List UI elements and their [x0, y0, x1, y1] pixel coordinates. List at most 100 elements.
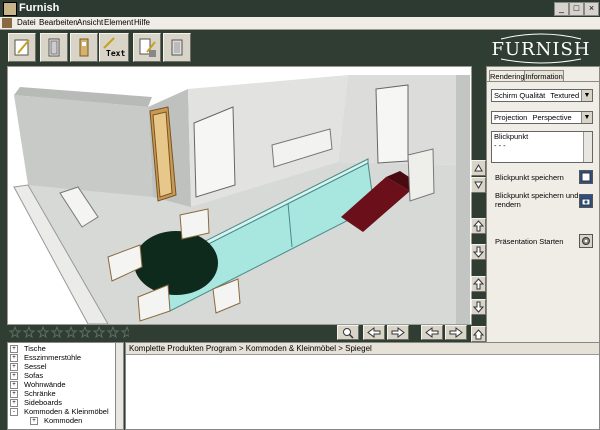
rotate-right-button[interactable]	[445, 325, 467, 340]
search-button[interactable]	[337, 325, 359, 340]
close-button[interactable]: ×	[584, 2, 599, 16]
arrow-left-icon	[367, 327, 381, 338]
rotate-right-icon	[449, 327, 463, 338]
measure-icon	[139, 38, 156, 57]
save-render-line1: Blickpunkt speichern und	[495, 191, 579, 200]
menu-bar: Datei Bearbeiten Ansicht Element Hilfe	[0, 17, 600, 30]
expand-icon[interactable]: +	[10, 363, 18, 372]
move-up-button[interactable]	[471, 218, 486, 234]
tree-item-label: Sideboards	[24, 398, 62, 407]
window-icon	[171, 39, 183, 56]
text-tool-label: Text	[106, 49, 126, 58]
zoom-out-button[interactable]	[471, 299, 486, 315]
door-tool-button[interactable]	[40, 33, 68, 62]
tree-item-label: Kommoden	[44, 416, 83, 425]
quality-label: Schirm Qualität	[494, 91, 546, 100]
collapse-icon[interactable]: -	[10, 408, 18, 417]
floppy-icon	[581, 172, 591, 182]
breadcrumb[interactable]: Komplette Produkten Program > Kommoden &…	[126, 343, 599, 355]
pan-left-button[interactable]	[363, 325, 385, 340]
expand-icon[interactable]: +	[10, 354, 18, 363]
tree-item[interactable]: + Kommoden	[30, 416, 82, 426]
chevron-down-icon: ▼	[581, 90, 592, 101]
rotate-left-icon	[425, 327, 439, 338]
rotate-left-button[interactable]	[421, 325, 443, 340]
logo-mark: FURNISH	[491, 33, 590, 64]
door-icon	[48, 38, 60, 57]
tree-item-label: Sofas	[24, 371, 44, 380]
expand-icon[interactable]: +	[10, 390, 18, 399]
camera-icon	[581, 198, 591, 206]
menu-element[interactable]: Element	[104, 18, 133, 27]
viewpoint-title: Blickpunkt	[494, 132, 529, 141]
menu-bearbeiten[interactable]: Bearbeiten	[39, 18, 78, 27]
edit-tool-button[interactable]	[8, 33, 36, 62]
magnifier-icon	[343, 328, 354, 339]
rotate-up-button[interactable]	[471, 160, 486, 176]
viewport-toolbar	[7, 324, 487, 340]
zoom-in-icon	[472, 278, 485, 290]
text-tool-button[interactable]: Text	[99, 33, 129, 62]
tree-item-label: Kommoden & Kleinmöbel	[24, 407, 109, 416]
room-render	[13, 75, 470, 324]
pan-right-button[interactable]	[387, 325, 409, 340]
viewpoint-item[interactable]: - - -	[492, 141, 592, 150]
tree-item-label: Sessel	[24, 362, 47, 371]
expand-icon[interactable]: +	[30, 417, 38, 426]
expand-icon[interactable]: +	[10, 345, 18, 354]
3d-viewport[interactable]	[7, 66, 472, 325]
viewpoint-scrollbar[interactable]	[583, 132, 592, 162]
star-rating-icons	[9, 326, 129, 338]
expand-icon[interactable]: +	[10, 381, 18, 390]
tree-item-label: Tische	[24, 344, 46, 353]
rendering-panel: Rendering Information Schirm Qualität Te…	[486, 66, 600, 343]
expand-icon[interactable]: +	[10, 399, 18, 408]
chevron-down-icon: ▼	[581, 112, 592, 123]
quality-value: Textured	[550, 91, 580, 100]
zoom-in-button[interactable]	[471, 276, 486, 292]
product-area: Komplette Produkten Program > Kommoden &…	[125, 342, 600, 430]
minimize-button[interactable]: _	[554, 2, 569, 16]
menu-datei[interactable]: Datei	[17, 18, 36, 27]
rotate-up-icon	[474, 164, 483, 172]
viewpoint-list[interactable]: Blickpunkt - - -	[491, 131, 593, 163]
document-icon[interactable]	[2, 18, 12, 28]
tree-scrollbar[interactable]	[115, 342, 124, 430]
menu-ansicht[interactable]: Ansicht	[77, 18, 103, 27]
app-icon	[3, 2, 17, 16]
rotate-down-icon	[474, 181, 483, 189]
title-bar: Furnish _ □ ×	[0, 0, 600, 17]
save-render-line2: rendern	[495, 200, 521, 209]
logo-text: FURNISH	[491, 39, 590, 60]
save-render-label: Blickpunkt speichern und rendern	[495, 191, 578, 209]
presentation-label: Präsentation Starten	[495, 237, 564, 246]
arrow-right-icon	[391, 327, 405, 338]
arrow-up-icon	[472, 220, 485, 232]
pencil-icon	[14, 39, 30, 56]
menu-hilfe[interactable]: Hilfe	[134, 18, 150, 27]
projection-select[interactable]: Projection Perspective ▼	[491, 111, 593, 124]
window-title: Furnish	[19, 2, 60, 14]
projection-value: Perspective	[532, 113, 572, 122]
maximize-button[interactable]: □	[569, 2, 584, 16]
panel-icon	[79, 38, 89, 57]
presentation-button[interactable]	[579, 234, 593, 248]
tree-item-label: Esszimmerstühle	[24, 353, 82, 362]
rotate-down-button[interactable]	[471, 177, 486, 193]
tab-divider	[487, 81, 599, 82]
projection-label: Projection	[494, 113, 528, 122]
furnish-logo: FURNISH	[487, 31, 595, 65]
quality-select[interactable]: Schirm Qualität Textured ▼	[491, 89, 593, 102]
gear-icon	[582, 237, 590, 245]
save-render-button[interactable]	[579, 194, 593, 208]
move-down-button[interactable]	[471, 244, 486, 260]
tree-item-label: Schränke	[24, 389, 56, 398]
zoom-out-icon	[472, 301, 485, 313]
measure-tool-button[interactable]	[133, 33, 161, 62]
window-tool-button[interactable]	[163, 33, 191, 62]
wall-tool-button[interactable]	[70, 33, 98, 62]
arrow-down-icon	[472, 246, 485, 258]
category-tree: + Tische + Esszimmerstühle + Sessel + Sofas …	[7, 342, 124, 430]
save-viewpoint-button[interactable]	[579, 170, 593, 184]
expand-icon[interactable]: +	[10, 372, 18, 381]
